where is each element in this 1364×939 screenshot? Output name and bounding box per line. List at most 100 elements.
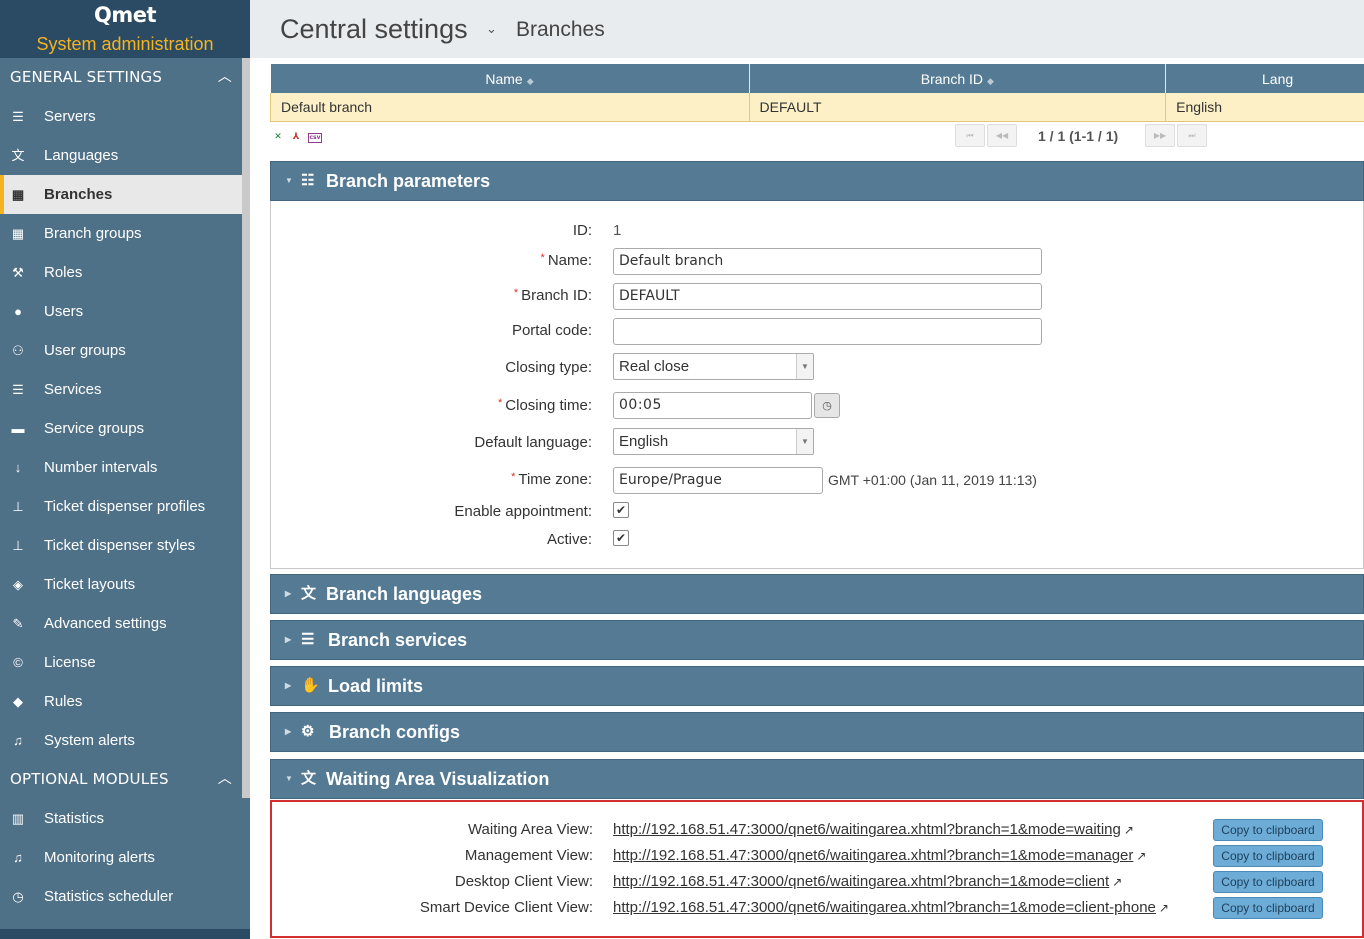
link-text[interactable]: http://192.168.51.47:3000/qnet6/waitinga… xyxy=(613,899,1156,916)
sidebar-item-statistics[interactable]: ▥ Statistics xyxy=(0,799,242,838)
sidebar-item-ticket-layouts[interactable]: ◈ Ticket layouts xyxy=(0,565,242,604)
table-row[interactable]: Default branch DEFAULT English xyxy=(270,93,1364,122)
default-language-select[interactable]: English ▼ xyxy=(613,428,814,455)
sidebar-item-services[interactable]: ☰ Services xyxy=(0,370,242,409)
chevron-down-icon[interactable]: ⌄ xyxy=(486,22,497,37)
time-zone-note: GMT +01:00 (Jan 11, 2019 11:13) xyxy=(828,472,1037,488)
sidebar-item-label: Statistics scheduler xyxy=(44,888,174,905)
sidebar-item-ticket-dispenser-profiles[interactable]: ⊥ Ticket dispenser profiles xyxy=(0,487,242,526)
panel-branch-configs[interactable]: ▶ ⚙ Branch configs xyxy=(270,712,1364,752)
active-checkbox[interactable]: ✔ xyxy=(613,530,629,546)
sidebar-item-branches[interactable]: ▦ Branches xyxy=(0,175,242,214)
sidebar-item-label: Advanced settings xyxy=(44,615,167,632)
hand-icon: ✋ xyxy=(301,677,320,694)
folder-icon: ▬ xyxy=(11,421,25,436)
closing-time-label: * Closing time: xyxy=(498,397,592,414)
sort-icon[interactable]: ◆ xyxy=(987,76,994,86)
expanded-caret-icon: ▼ xyxy=(285,774,293,783)
closing-time-label-text: Closing time: xyxy=(505,397,592,414)
sidebar-item-system-alerts[interactable]: ♫ System alerts xyxy=(0,721,242,760)
sidebar-item-label: Users xyxy=(44,303,84,320)
management-view-link[interactable]: http://192.168.51.47:3000/qnet6/waitinga… xyxy=(613,847,1146,864)
chevron-down-icon[interactable]: ▼ xyxy=(796,429,813,454)
chevron-up-icon[interactable]: ︿ xyxy=(218,760,232,799)
closing-type-select[interactable]: Real close ▼ xyxy=(613,353,814,380)
collapsed-caret-icon: ▶ xyxy=(285,589,292,598)
sidebar-item-license[interactable]: © License xyxy=(0,643,242,682)
external-link-icon[interactable]: ↗ xyxy=(1124,823,1134,837)
sidebar-item-monitoring-alerts[interactable]: ♫ Monitoring alerts xyxy=(0,838,242,877)
csv-export-icon[interactable]: csv xyxy=(308,133,322,143)
desktop-client-view-link[interactable]: http://192.168.51.47:3000/qnet6/waitinga… xyxy=(613,873,1122,890)
branches-table: Name ◆ Branch ID ◆ Lang Default branch DEF… xyxy=(270,64,1364,122)
prev-page-button[interactable]: ◀◀ xyxy=(987,124,1017,147)
external-link-icon[interactable]: ↗ xyxy=(1159,901,1169,915)
pdf-export-icon[interactable]: ⅄ xyxy=(290,131,302,144)
column-header-branch-id[interactable]: Branch ID ◆ xyxy=(749,64,1167,93)
bell-outline-icon: ♫ xyxy=(13,733,23,748)
active-label: Active: xyxy=(546,531,592,548)
enable-appointment-checkbox[interactable]: ✔ xyxy=(613,502,629,518)
optional-modules-header[interactable]: OPTIONAL MODULES ︿ xyxy=(0,760,250,799)
clock-picker-button[interactable]: ◷ xyxy=(814,393,840,418)
sliders-icon: ☷ xyxy=(301,172,315,189)
column-header-name[interactable]: Name ◆ xyxy=(270,64,750,93)
sidebar-item-servers[interactable]: ☰ Servers xyxy=(0,97,242,136)
page-title[interactable]: Central settings xyxy=(280,14,468,45)
panel-branch-services[interactable]: ▶ ☰ Branch services xyxy=(270,620,1364,660)
link-text[interactable]: http://192.168.51.47:3000/qnet6/waitinga… xyxy=(613,847,1133,864)
collapsed-caret-icon: ▶ xyxy=(285,681,292,690)
next-page-button[interactable]: ▶▶ xyxy=(1145,124,1175,147)
external-link-icon[interactable]: ↗ xyxy=(1112,875,1122,889)
list-icon: ☰ xyxy=(301,631,315,648)
chevron-up-icon[interactable]: ︿ xyxy=(218,58,232,97)
sidebar-item-user-groups[interactable]: ⚇ User groups xyxy=(0,331,242,370)
column-header-language[interactable]: Lang xyxy=(1165,64,1364,93)
sidebar-item-ticket-dispenser-styles[interactable]: ⊥ Ticket dispenser styles xyxy=(0,526,242,565)
sidebar-item-rules[interactable]: ◆ Rules xyxy=(0,682,242,721)
list-icon: ☰ xyxy=(12,382,24,397)
copy-to-clipboard-button[interactable]: Copy to clipboard xyxy=(1213,845,1323,867)
branch-id-field[interactable]: DEFAULT xyxy=(613,283,1042,310)
branch-parameters-form: ID: 1 * Name: Default branch * Branch ID: … xyxy=(270,201,1364,569)
sidebar-item-branch-groups[interactable]: ▦ Branch groups xyxy=(0,214,242,253)
graduation-cap-icon: ◆ xyxy=(13,694,23,709)
sidebar-item-roles[interactable]: ⚒ Roles xyxy=(0,253,242,292)
link-text[interactable]: http://192.168.51.47:3000/qnet6/waitinga… xyxy=(613,821,1121,838)
sort-icon[interactable]: ◆ xyxy=(527,76,534,86)
copy-to-clipboard-button[interactable]: Copy to clipboard xyxy=(1213,819,1323,841)
time-zone-field[interactable]: Europe/Prague xyxy=(613,467,823,494)
copy-to-clipboard-button[interactable]: Copy to clipboard xyxy=(1213,871,1323,893)
sidebar-item-label: Ticket dispenser profiles xyxy=(44,498,206,515)
sidebar-item-number-intervals[interactable]: ↓ Number intervals xyxy=(0,448,242,487)
panel-branch-languages[interactable]: ▶ 文 Branch languages xyxy=(270,574,1364,614)
excel-export-icon[interactable]: ✕ xyxy=(272,131,284,144)
panel-load-limits[interactable]: ▶ ✋ Load limits xyxy=(270,666,1364,706)
sidebar-item-statistics-scheduler[interactable]: ◷ Statistics scheduler xyxy=(0,877,242,916)
name-field[interactable]: Default branch xyxy=(613,248,1042,275)
sidebar-item-label: Monitoring alerts xyxy=(44,849,155,866)
general-settings-header[interactable]: GENERAL SETTINGS ︿ xyxy=(0,58,250,97)
copy-to-clipboard-button[interactable]: Copy to clipboard xyxy=(1213,897,1323,919)
first-page-button[interactable]: ⏮ xyxy=(955,124,985,147)
waiting-area-view-link[interactable]: http://192.168.51.47:3000/qnet6/waitinga… xyxy=(613,821,1134,838)
panel-branch-parameters[interactable]: ▼ ☷ Branch parameters xyxy=(270,161,1364,201)
link-text[interactable]: http://192.168.51.47:3000/qnet6/waitinga… xyxy=(613,873,1109,890)
smart-device-client-view-link[interactable]: http://192.168.51.47:3000/qnet6/waitinga… xyxy=(613,899,1169,916)
sidebar-scrollbar[interactable] xyxy=(242,58,250,798)
id-label: ID: xyxy=(572,222,592,239)
sidebar-item-label: Services xyxy=(44,381,102,398)
sidebar-item-service-groups[interactable]: ▬ Service groups xyxy=(0,409,242,448)
panel-waiting-area-visualization[interactable]: ▼ 文 Waiting Area Visualization xyxy=(270,759,1364,799)
last-page-button[interactable]: ⏭ xyxy=(1177,124,1207,147)
chevron-down-icon[interactable]: ▼ xyxy=(796,354,813,379)
external-link-icon[interactable]: ↗ xyxy=(1136,849,1146,863)
closing-time-field[interactable]: 00:05 xyxy=(613,392,812,419)
required-asterisk: * xyxy=(513,287,519,299)
sidebar-item-users[interactable]: ● Users xyxy=(0,292,242,331)
portal-code-field[interactable] xyxy=(613,318,1042,345)
sidebar-item-advanced-settings[interactable]: ✎ Advanced settings xyxy=(0,604,242,643)
sidebar-item-languages[interactable]: 文 Languages xyxy=(0,136,242,175)
table-cell: English xyxy=(1165,93,1364,122)
management-view-label: Management View: xyxy=(464,847,593,864)
